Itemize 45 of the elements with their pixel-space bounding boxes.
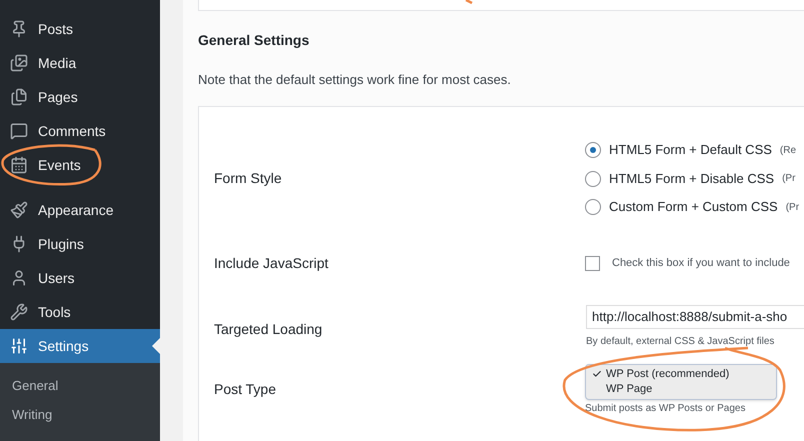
calendar-icon <box>10 156 28 174</box>
radio-label: HTML5 Form + Disable CSS <box>609 170 774 188</box>
sidebar-item[interactable]: Comments <box>0 114 160 148</box>
field-label: Form Style <box>214 169 283 188</box>
radio-button[interactable] <box>585 199 601 215</box>
section-title: General Settings <box>198 31 310 50</box>
radio-note: (Pr <box>782 172 796 186</box>
radio-button[interactable] <box>585 142 601 158</box>
help-text: By default, external CSS & JavaScript files <box>586 334 776 348</box>
speech-bubble-icon <box>10 122 28 140</box>
sidebar-item[interactable]: Plugins <box>0 227 160 261</box>
sidebar-item[interactable]: Appearance <box>0 193 160 227</box>
media-icon <box>10 54 28 72</box>
sidebar-item[interactable]: Media <box>0 46 160 80</box>
radio-button[interactable] <box>585 170 601 186</box>
dropdown-option[interactable]: WP Post (recommended) <box>586 366 776 382</box>
current-pointer-icon <box>152 338 160 354</box>
checkbox[interactable] <box>585 256 600 271</box>
annotation-mark <box>465 0 473 4</box>
sliders-icon <box>10 337 28 355</box>
url-field[interactable]: http://localhost:8888/submit-a-sho <box>586 304 804 328</box>
person-icon <box>10 269 28 287</box>
field-label: Targeted Loading <box>214 320 324 339</box>
submenu-item[interactable]: General <box>0 371 160 400</box>
help-text: Submit posts as WP Posts or Pages <box>585 402 746 416</box>
sidebar-item[interactable]: Pages <box>0 80 160 114</box>
sidebar-item[interactable]: Settings <box>0 329 160 363</box>
wrench-icon <box>10 303 28 321</box>
section-note: Note that the default settings work fine for most cases. <box>198 71 512 89</box>
radio-label: Custom Form + Custom CSS <box>609 198 778 216</box>
pages-icon <box>10 88 28 106</box>
radio-label: HTML5 Form + Default CSS <box>609 141 772 160</box>
sidebar-item[interactable]: Posts <box>0 12 160 46</box>
pin-icon <box>10 20 28 38</box>
submenu-item[interactable]: Writing <box>0 400 160 429</box>
dropdown-option[interactable]: WP Page <box>586 382 776 396</box>
radio-note: (Re <box>780 144 796 158</box>
field-label: Include JavaScript <box>214 254 330 273</box>
field-label: Post Type <box>214 380 278 399</box>
paintbrush-icon <box>10 201 28 219</box>
radio-note: (Pr <box>786 200 800 214</box>
checkbox-label: Check this box if you want to include <box>612 256 790 272</box>
sidebar-item[interactable]: Users <box>0 261 160 295</box>
sidebar-item[interactable]: Tools <box>0 295 160 329</box>
sidebar-item[interactable]: Events <box>0 148 160 182</box>
